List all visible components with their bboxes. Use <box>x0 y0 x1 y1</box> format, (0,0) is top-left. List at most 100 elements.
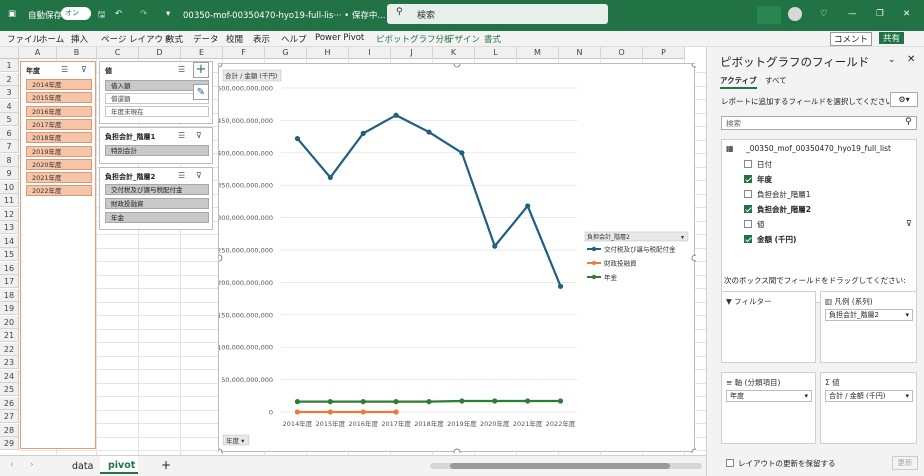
tab-design[interactable]: デザイン <box>446 33 480 45</box>
row-header[interactable]: 18 <box>0 288 19 302</box>
field-checkbox[interactable] <box>744 235 752 243</box>
slicer-item-year[interactable]: 2014年度 <box>26 79 92 90</box>
field-label[interactable]: 日付 <box>757 159 772 170</box>
tab-insert[interactable]: 挿入 <box>71 33 88 45</box>
tab-page-layout[interactable]: ページ レイアウト <box>101 33 172 45</box>
table-name[interactable]: _00350_mof_00350470_hyo19_full_list <box>746 144 891 153</box>
values-field-item[interactable]: 合計 / 金額 (千円) ▾ <box>825 390 913 402</box>
chevron-down-icon[interactable]: ⌄ <box>888 55 896 65</box>
slicer-item-year[interactable]: 2022年度 <box>26 185 92 197</box>
column-header-p[interactable]: P <box>643 47 685 59</box>
row-header[interactable]: 24 <box>0 369 19 383</box>
slicer-item-year[interactable]: 2015年度 <box>26 92 92 104</box>
row-header[interactable]: 12 <box>0 207 19 221</box>
row-header[interactable]: 14 <box>0 234 19 248</box>
column-header-o[interactable]: O <box>601 47 643 59</box>
field-checkbox[interactable] <box>744 160 752 168</box>
row-header[interactable]: 7 <box>0 140 19 153</box>
row-header[interactable]: 11 <box>0 194 19 207</box>
slicer-item-year[interactable]: 2021年度 <box>26 172 92 184</box>
comment-button[interactable]: コメント <box>830 32 873 46</box>
field-checkbox[interactable] <box>744 220 752 228</box>
defer-update-checkbox[interactable] <box>726 459 734 467</box>
column-header-j[interactable]: J <box>391 47 433 59</box>
column-header-m[interactable]: M <box>517 47 559 59</box>
column-header-n[interactable]: N <box>559 47 601 59</box>
slicer-item[interactable]: 特別会計 <box>105 145 209 156</box>
add-element-icon[interactable]: + <box>193 62 209 78</box>
multi-select-icon[interactable]: ☰ <box>178 131 185 140</box>
slicer-year[interactable]: 年度 ☰ ⊽ 2014年度 2015年度 2016年度 2017年度 2018年度 201… <box>20 61 96 449</box>
filter-area[interactable]: ▼ フィルター <box>721 291 816 363</box>
customize-icon[interactable]: ▾ <box>166 9 170 19</box>
column-header-g[interactable]: G <box>265 47 307 59</box>
field-label[interactable]: 年度 <box>757 174 772 185</box>
scrollbar-thumb[interactable] <box>450 463 670 469</box>
sheet-tab-pivot[interactable]: pivot <box>100 456 138 474</box>
legend-area[interactable]: ▥ 凡例 (系列) 負担会計_階層2 ▾ <box>820 291 917 363</box>
update-button[interactable]: 更新 <box>892 456 918 470</box>
slicer-item-year[interactable]: 2016年度 <box>26 105 92 117</box>
slicer-item[interactable]: 財政投融資 <box>105 198 209 209</box>
slicer-item-year[interactable]: 2019年度 <box>26 145 92 157</box>
tab-active[interactable]: アクティブ <box>720 75 757 89</box>
clear-filter-icon[interactable]: ⊽ <box>196 131 202 140</box>
row-header[interactable]: 19 <box>0 302 19 315</box>
account-area[interactable] <box>757 6 781 24</box>
column-header-f[interactable]: F <box>223 47 265 59</box>
search-box[interactable]: ⚲ 検索 <box>387 4 608 24</box>
lightbulb-icon[interactable]: ♡ <box>820 9 828 19</box>
column-header-a[interactable]: A <box>19 47 57 59</box>
legend-field-item[interactable]: 負担会計_階層2 ▾ <box>825 309 913 321</box>
row-header[interactable]: 9 <box>0 167 19 180</box>
tab-data[interactable]: データ <box>193 33 219 45</box>
row-header[interactable]: 21 <box>0 329 19 342</box>
row-header[interactable]: 6 <box>0 126 19 140</box>
row-header[interactable]: 25 <box>0 383 19 396</box>
row-header[interactable]: 26 <box>0 396 19 410</box>
row-header[interactable]: 5 <box>0 113 19 126</box>
tab-home[interactable]: ホーム <box>39 33 64 45</box>
row-header[interactable]: 3 <box>0 86 19 99</box>
field-checkbox[interactable] <box>744 175 752 183</box>
row-header[interactable]: 13 <box>0 221 19 234</box>
field-label[interactable]: 負担会計_階層2 <box>757 204 811 215</box>
select-all-corner[interactable] <box>0 47 19 59</box>
axis-field-item[interactable]: 年度 ▾ <box>726 390 812 402</box>
slicer-item[interactable]: 年度末現在 <box>105 106 209 117</box>
save-icon[interactable]: 🖫 <box>98 9 105 23</box>
tab-view[interactable]: 表示 <box>253 33 270 45</box>
tab-review[interactable]: 校閲 <box>226 33 243 45</box>
row-header[interactable]: 27 <box>0 410 19 423</box>
tab-formulas[interactable]: 数式 <box>166 33 183 45</box>
row-header[interactable]: 22 <box>0 342 19 356</box>
sheet-tab-data[interactable]: data <box>72 461 93 472</box>
next-sheet-icon[interactable]: › <box>30 460 34 470</box>
file-name[interactable]: 00350-mof-00350470-hyo19-full-lis··· • 保… <box>183 9 385 21</box>
row-header[interactable]: 23 <box>0 356 19 369</box>
restore-icon[interactable]: ❐ <box>876 9 884 19</box>
column-header-l[interactable]: L <box>475 47 517 59</box>
tab-power-pivot[interactable]: Power Pivot <box>315 33 364 43</box>
column-header-k[interactable]: K <box>433 47 475 59</box>
tab-all[interactable]: すべて <box>765 75 787 86</box>
share-button[interactable]: 共有 <box>879 32 905 44</box>
row-header[interactable]: 17 <box>0 275 19 288</box>
gear-icon[interactable]: ⚙▾ <box>890 92 918 107</box>
slicer-item[interactable]: 年金 <box>105 212 209 223</box>
tab-help[interactable]: ヘルプ <box>281 33 307 45</box>
field-label[interactable]: 金額 (千円) <box>757 234 796 245</box>
row-header[interactable]: 20 <box>0 315 19 329</box>
minimize-icon[interactable]: — <box>848 9 857 19</box>
row-header[interactable]: 28 <box>0 423 19 437</box>
row-header[interactable]: 10 <box>0 180 19 194</box>
autosave-toggle[interactable]: オン <box>61 7 91 20</box>
row-header[interactable]: 15 <box>0 248 19 261</box>
tab-format[interactable]: 書式 <box>484 33 501 45</box>
column-header-h[interactable]: H <box>307 47 349 59</box>
avatar[interactable] <box>788 7 802 21</box>
multi-select-icon[interactable]: ☰ <box>178 65 185 74</box>
row-header[interactable]: 4 <box>0 99 19 113</box>
field-checkbox[interactable] <box>744 205 752 213</box>
tab-pivotchart-analyze[interactable]: ピボットグラフ分析 <box>376 33 453 45</box>
